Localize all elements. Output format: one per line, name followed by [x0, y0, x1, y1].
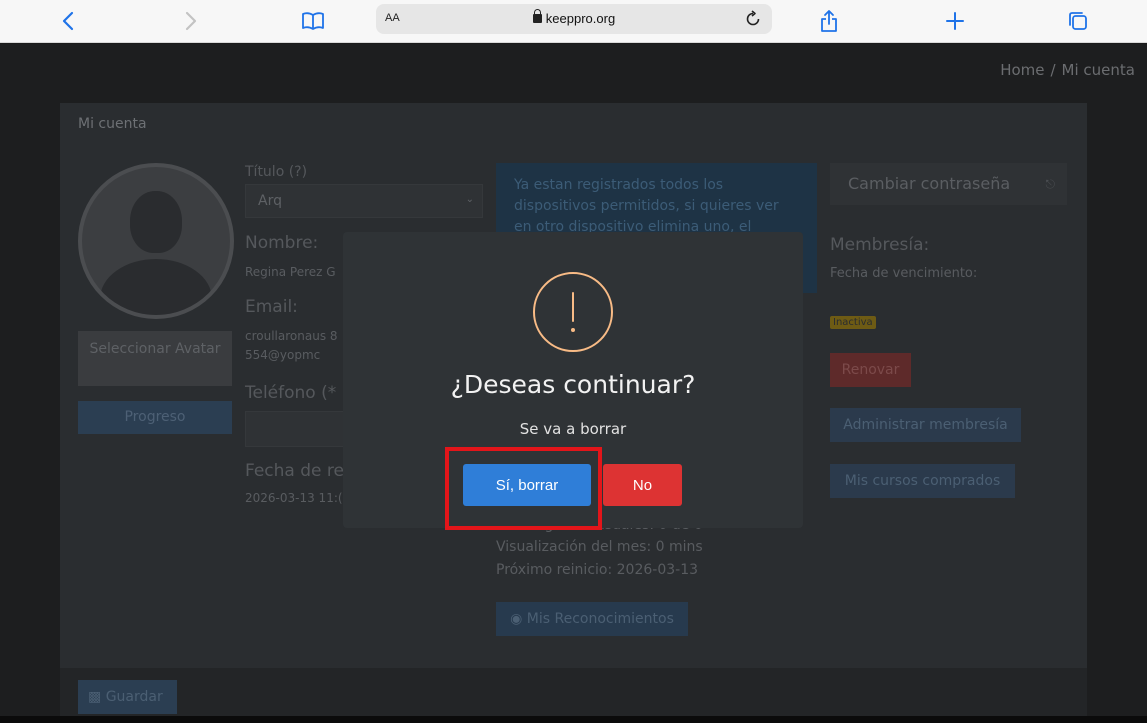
bottom-strip — [0, 716, 1147, 723]
monthly-view-text: Visualización del mes: 0 mins — [496, 539, 703, 555]
card-title: Mi cuenta — [78, 116, 147, 132]
lock-icon — [532, 9, 542, 23]
key-icon: ⎋ — [1045, 177, 1056, 191]
next-reset-text: Próximo reinicio: 2026-03-13 — [496, 562, 699, 578]
progress-button[interactable]: Progreso — [78, 401, 232, 434]
fecha-registro-label: Fecha de re — [245, 461, 344, 481]
fecha-registro-value: 2026-03-13 11:( — [245, 491, 343, 505]
breadcrumb-separator: / — [1050, 61, 1056, 79]
nombre-value: Regina Perez G — [245, 265, 336, 279]
url-text: keeppro.org — [545, 11, 616, 26]
telefono-label: Teléfono (* — [245, 383, 337, 403]
change-password-button[interactable]: Cambiar contraseña ⎋ — [830, 163, 1067, 205]
medal-icon: ◉ — [510, 611, 523, 627]
titulo-select[interactable]: Arq ⌄ — [245, 184, 483, 218]
nombre-label: Nombre: — [245, 233, 319, 253]
modal-text: Se va a borrar — [519, 420, 627, 438]
breadcrumb: Home / Mi cuenta — [1000, 61, 1135, 79]
email-label: Email: — [245, 297, 298, 317]
bookmarks-icon[interactable] — [298, 6, 328, 36]
change-password-label: Cambiar contraseña — [848, 174, 1011, 193]
highlight-box — [445, 447, 602, 530]
email-value: croullaronaus 8554@yopmc — [245, 329, 338, 362]
select-avatar-button[interactable]: Seleccionar Avatar — [78, 331, 232, 386]
titulo-label: Título (?) — [245, 164, 308, 180]
card-footer — [60, 668, 1087, 716]
membership-title: Membresía: — [830, 235, 930, 255]
avatar-body-icon — [100, 259, 212, 315]
breadcrumb-home[interactable]: Home — [1000, 61, 1044, 79]
forward-icon[interactable] — [176, 6, 206, 36]
tabs-icon[interactable] — [1063, 6, 1093, 36]
warning-icon — [533, 272, 613, 352]
url-host: keeppro.org — [376, 9, 772, 26]
save-label: Guardar — [105, 689, 163, 705]
new-tab-icon[interactable] — [940, 6, 970, 36]
recognitions-label: Mis Reconocimientos — [526, 611, 674, 627]
address-bar[interactable]: AA keeppro.org — [376, 4, 772, 34]
share-icon[interactable] — [814, 6, 844, 36]
renew-button[interactable]: Renovar — [830, 353, 911, 387]
chevron-down-icon: ⌄ — [465, 194, 474, 205]
avatar — [78, 163, 234, 319]
warning-icon-dot — [571, 328, 575, 332]
purchased-courses-button[interactable]: Mis cursos comprados — [830, 464, 1015, 498]
titulo-value: Arq — [258, 193, 282, 209]
breadcrumb-current: Mi cuenta — [1061, 61, 1135, 79]
save-icon: ▩ — [88, 689, 102, 705]
expiry-label: Fecha de vencimiento: — [830, 266, 978, 281]
save-button[interactable]: ▩ Guardar — [78, 680, 177, 714]
back-icon[interactable] — [53, 6, 83, 36]
status-badge: Inactiva — [830, 316, 876, 329]
cancel-button[interactable]: No — [603, 464, 682, 506]
reload-icon[interactable] — [740, 6, 766, 32]
recognitions-button[interactable]: ◉ Mis Reconocimientos — [496, 602, 688, 636]
browser-toolbar: AA keeppro.org — [0, 0, 1147, 43]
manage-membership-button[interactable]: Administrar membresía — [830, 408, 1021, 442]
modal-title: ¿Deseas continuar? — [450, 370, 696, 399]
warning-icon-bar — [572, 292, 574, 322]
avatar-head-icon — [130, 191, 182, 253]
